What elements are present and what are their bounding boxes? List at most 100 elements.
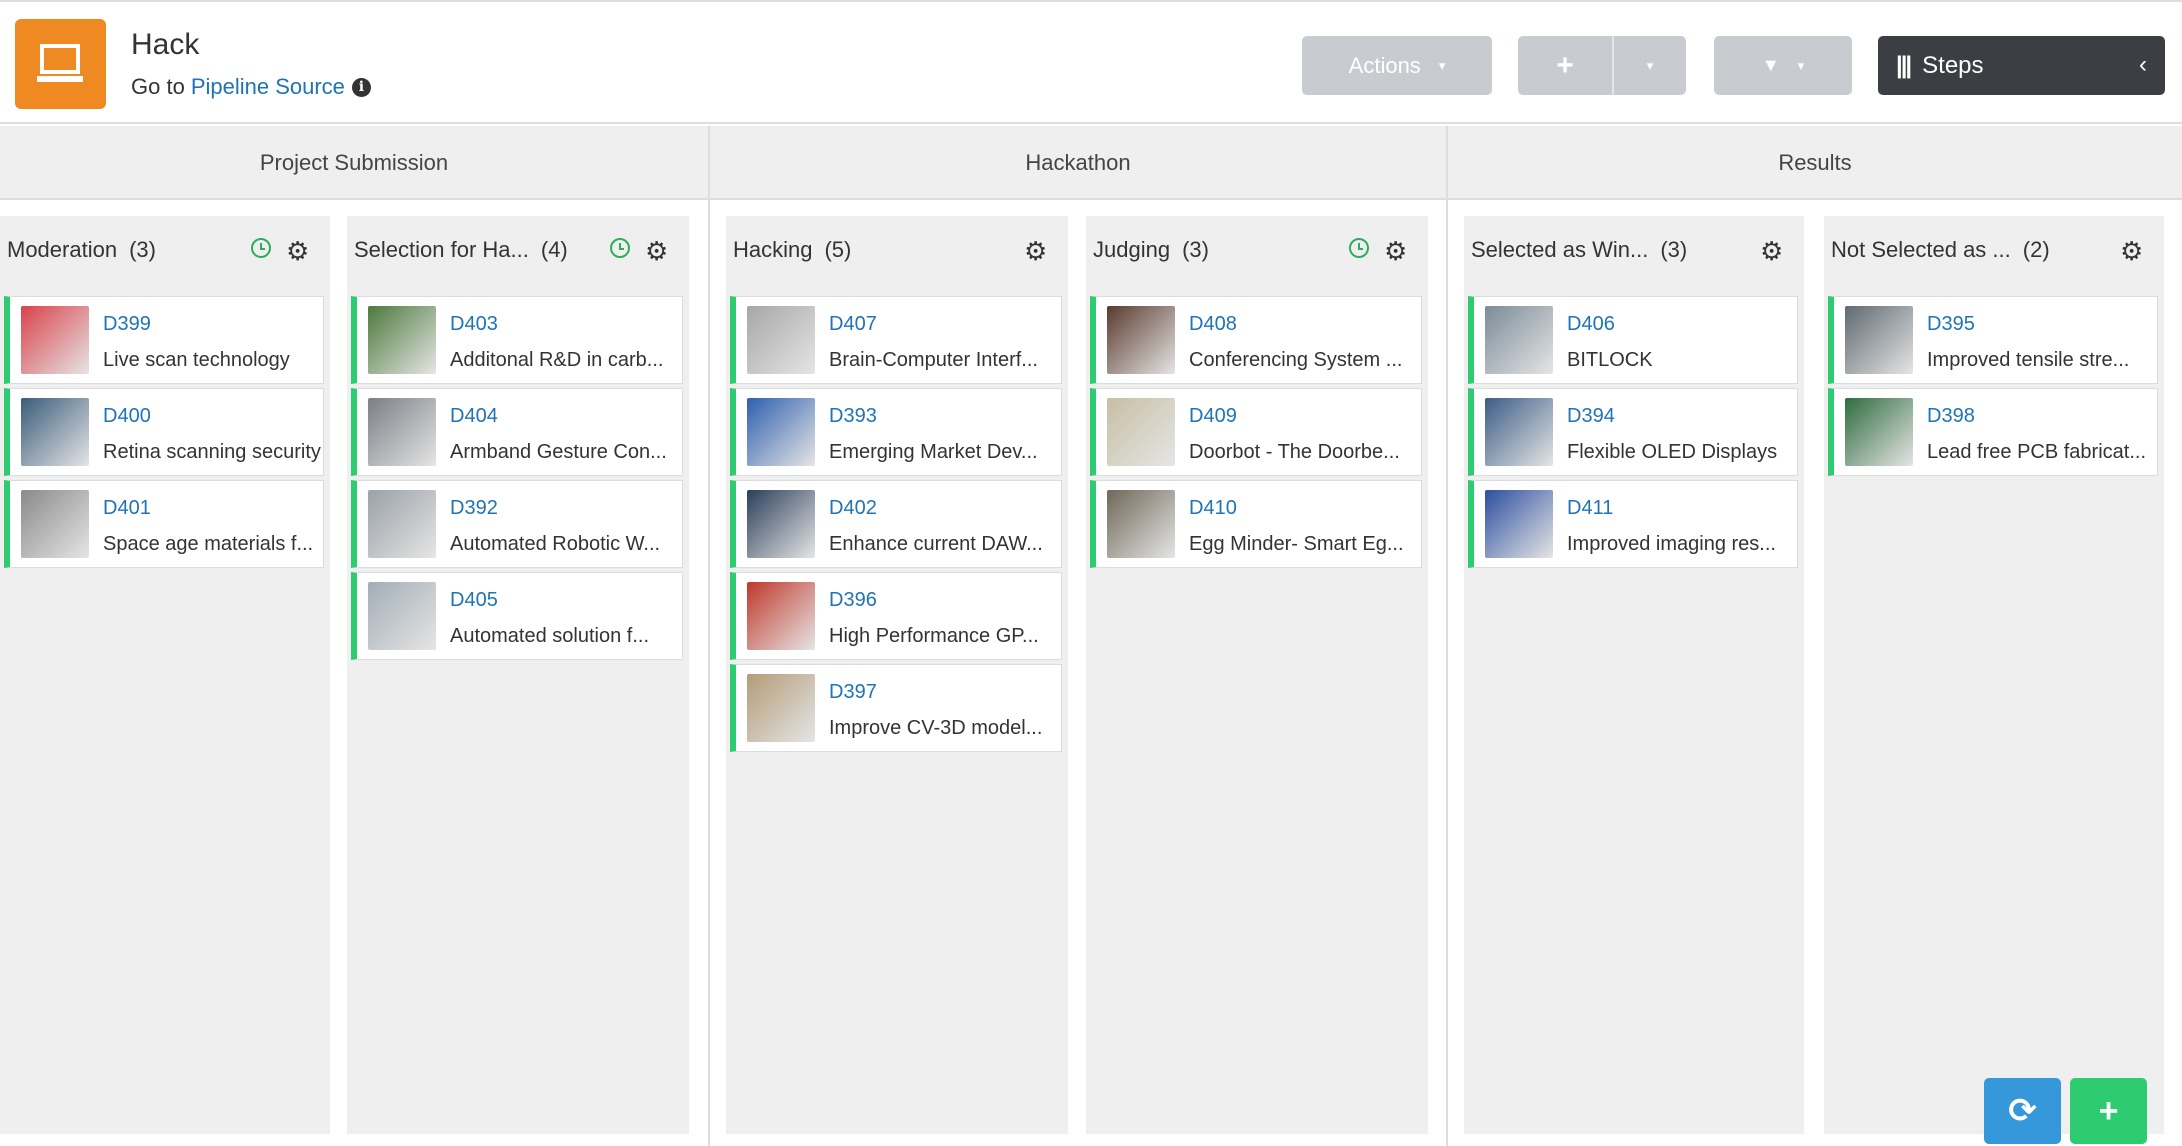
deal-card[interactable]: D397 Improve CV-3D model...: [730, 664, 1062, 752]
deal-card[interactable]: D398 Lead free PCB fabricat...: [1828, 388, 2158, 476]
add-item-button[interactable]: +: [2070, 1078, 2147, 1144]
card-thumbnail: [1485, 398, 1553, 466]
card-thumbnail: [747, 674, 815, 742]
card-id-link[interactable]: D395: [1927, 313, 1975, 336]
card-thumbnail: [21, 490, 89, 558]
deal-card[interactable]: D411 Improved imaging res...: [1468, 480, 1798, 568]
column-count: (4): [540, 237, 568, 262]
deal-card[interactable]: D408 Conferencing System ...: [1090, 296, 1422, 384]
steps-label: Steps: [1922, 51, 1984, 79]
card-id-link[interactable]: D394: [1567, 405, 1615, 428]
card-id-link[interactable]: D411: [1567, 497, 1613, 520]
column-count: (3): [1182, 237, 1209, 262]
clock-icon[interactable]: [1349, 238, 1369, 258]
card-id-link[interactable]: D392: [450, 497, 498, 520]
app-root: Hack Go to Pipeline Source i Actions ▾ +…: [0, 0, 2182, 1146]
gear-icon[interactable]: ⚙: [1024, 236, 1047, 267]
card-id-link[interactable]: D403: [450, 313, 498, 336]
add-dropdown-button[interactable]: ▾: [1614, 36, 1686, 95]
deal-card[interactable]: D394 Flexible OLED Displays: [1468, 388, 1798, 476]
card-id-link[interactable]: D405: [450, 589, 498, 612]
card-id-link[interactable]: D399: [103, 313, 151, 336]
gear-icon[interactable]: ⚙: [1760, 236, 1783, 267]
card-title: Space age materials f...: [103, 533, 314, 555]
gear-icon[interactable]: ⚙: [1384, 236, 1407, 267]
deal-card[interactable]: D399 Live scan technology: [4, 296, 324, 384]
deal-card[interactable]: D404 Armband Gesture Con...: [351, 388, 683, 476]
gear-icon[interactable]: ⚙: [645, 236, 668, 267]
column-header: Selected as Win... (3) ⚙: [1464, 216, 1804, 284]
card-title: Automated Robotic W...: [450, 533, 661, 555]
deal-card[interactable]: D396 High Performance GP...: [730, 572, 1062, 660]
deal-card[interactable]: D393 Emerging Market Dev...: [730, 388, 1062, 476]
deal-card[interactable]: D410 Egg Minder- Smart Eg...: [1090, 480, 1422, 568]
card-title: Automated solution f...: [450, 625, 650, 647]
card-id-link[interactable]: D401: [103, 497, 151, 520]
card-thumbnail: [368, 490, 436, 558]
card-id-link[interactable]: D400: [103, 405, 151, 428]
card-id-link[interactable]: D402: [829, 497, 877, 520]
actions-button[interactable]: Actions ▾: [1302, 36, 1492, 95]
column-4: Selected as Win... (3) ⚙ D406 BITLOCK D394 Fle…: [1464, 216, 1804, 1134]
card-id-link[interactable]: D408: [1189, 313, 1237, 336]
gear-icon[interactable]: ⚙: [286, 236, 309, 267]
pipeline-source-link[interactable]: Pipeline Source: [191, 74, 345, 100]
card-title: Brain-Computer Interf...: [829, 349, 1038, 371]
deal-card[interactable]: D407 Brain-Computer Interf...: [730, 296, 1062, 384]
column-2: Hacking (5) ⚙ D407 Brain-Computer Interf... D…: [726, 216, 1068, 1134]
card-id-link[interactable]: D398: [1927, 405, 1975, 428]
columns-icon: |||: [1896, 51, 1912, 79]
header-bar: Hack Go to Pipeline Source i Actions ▾ +…: [0, 2, 2182, 124]
pipeline-logo: [15, 19, 106, 109]
deal-card[interactable]: D403 Additonal R&D in carb...: [351, 296, 683, 384]
stage-title: Project Submission: [0, 126, 708, 200]
deal-card[interactable]: D402 Enhance current DAW...: [730, 480, 1062, 568]
gear-icon[interactable]: ⚙: [2120, 236, 2143, 267]
column-1: Selection for Ha... (4) ⚙ D403 Additonal R&D…: [347, 216, 689, 1134]
chevron-left-icon[interactable]: ‹: [2139, 51, 2147, 79]
stage-title: Results: [1448, 126, 2182, 200]
card-title: BITLOCK: [1567, 349, 1653, 371]
deal-card[interactable]: D406 BITLOCK: [1468, 296, 1798, 384]
deal-card[interactable]: D401 Space age materials f...: [4, 480, 324, 568]
clock-icon[interactable]: [251, 238, 271, 258]
column-count: (5): [824, 237, 852, 262]
deal-card[interactable]: D400 Retina scanning security: [4, 388, 324, 476]
steps-button[interactable]: ||| Steps ‹: [1878, 36, 2165, 95]
card-id-link[interactable]: D407: [829, 313, 877, 336]
card-thumbnail: [368, 306, 436, 374]
filter-icon: ▼: [1761, 55, 1780, 75]
filter-button[interactable]: ▼ ▾: [1714, 36, 1852, 95]
card-id-link[interactable]: D410: [1189, 497, 1237, 520]
column-3: Judging (3) ⚙ D408 Conferencing System ... D4…: [1086, 216, 1428, 1134]
card-thumbnail: [1485, 306, 1553, 374]
deal-card[interactable]: D405 Automated solution f...: [351, 572, 683, 660]
column-header: Not Selected as ... (2) ⚙: [1824, 216, 2164, 284]
clock-icon[interactable]: [610, 238, 630, 258]
column-name: Selected as Win...: [1471, 237, 1649, 262]
card-thumbnail: [1107, 306, 1175, 374]
deal-card[interactable]: D409 Doorbot - The Doorbe...: [1090, 388, 1422, 476]
card-id-link[interactable]: D406: [1567, 313, 1615, 336]
deal-card[interactable]: D395 Improved tensile stre...: [1828, 296, 2158, 384]
column-name: Judging: [1093, 237, 1171, 262]
column-header: Selection for Ha... (4) ⚙: [347, 216, 689, 284]
card-id-link[interactable]: D397: [829, 681, 877, 704]
column-count: (2): [2022, 237, 2050, 262]
card-id-link[interactable]: D409: [1189, 405, 1237, 428]
card-id-link[interactable]: D404: [450, 405, 498, 428]
card-id-link[interactable]: D393: [829, 405, 877, 428]
card-thumbnail: [21, 306, 89, 374]
add-button[interactable]: +: [1518, 36, 1614, 95]
card-id-link[interactable]: D396: [829, 589, 877, 612]
card-title: Doorbot - The Doorbe...: [1189, 441, 1400, 463]
card-thumbnail: [747, 582, 815, 650]
refresh-button[interactable]: ⟳: [1984, 1078, 2061, 1144]
pipeline-board: Project Submission Hackathon Results Mod…: [0, 126, 2182, 1146]
card-thumbnail: [1485, 490, 1553, 558]
info-icon[interactable]: i: [351, 77, 371, 97]
card-thumbnail: [747, 398, 815, 466]
card-title: Retina scanning security: [103, 441, 321, 463]
deal-card[interactable]: D392 Automated Robotic W...: [351, 480, 683, 568]
card-title: Live scan technology: [103, 349, 290, 371]
